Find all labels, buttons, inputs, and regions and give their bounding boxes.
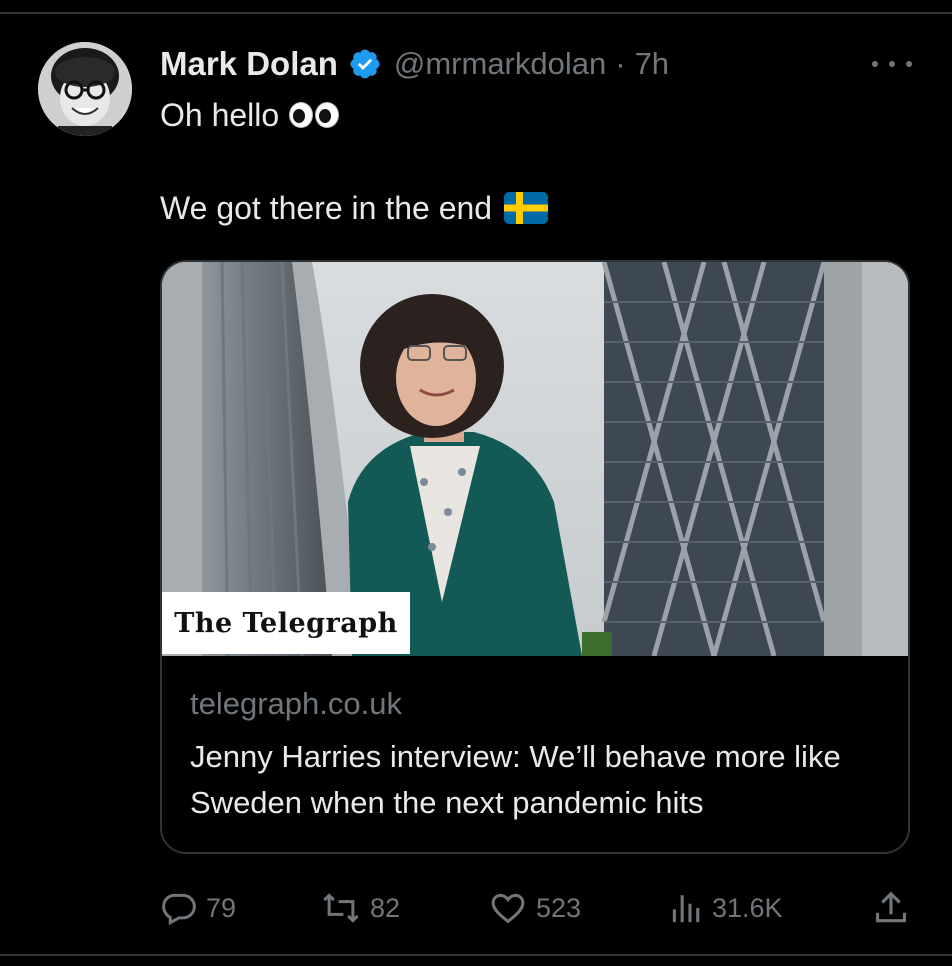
reply-icon bbox=[162, 893, 196, 926]
avatar[interactable] bbox=[38, 42, 132, 136]
views-icon bbox=[672, 895, 700, 923]
more-icon[interactable] bbox=[872, 52, 912, 76]
tweet-text: We got there in the end bbox=[160, 189, 493, 226]
tweet-text-line-1: Oh hello bbox=[160, 92, 340, 138]
reply-button[interactable]: 79 bbox=[160, 888, 236, 928]
repost-button[interactable]: 82 bbox=[320, 888, 400, 928]
eyes-emoji bbox=[289, 102, 340, 128]
share-icon bbox=[875, 891, 907, 923]
bottom-divider bbox=[0, 954, 952, 956]
author-name[interactable]: Mark Dolan bbox=[160, 45, 338, 83]
timestamp[interactable]: 7h bbox=[635, 46, 669, 82]
publisher-name: The Telegraph bbox=[174, 607, 398, 639]
sweden-flag-emoji bbox=[504, 192, 549, 224]
avatar-photo bbox=[38, 42, 132, 136]
views-count: 31.6K bbox=[712, 892, 783, 923]
tweet-header: Mark Dolan @mrmarkdolan · 7h bbox=[160, 40, 669, 88]
like-count: 523 bbox=[536, 892, 582, 923]
link-preview-card[interactable]: The Telegraph telegraph.co.uk Jenny Harr… bbox=[160, 260, 910, 854]
card-domain: telegraph.co.uk bbox=[190, 686, 402, 721]
repost-count: 82 bbox=[370, 892, 401, 923]
views-button[interactable]: 31.6K bbox=[670, 888, 783, 928]
top-divider bbox=[0, 12, 952, 14]
publisher-badge: The Telegraph bbox=[162, 592, 410, 654]
tweet-text-line-2: We got there in the end bbox=[160, 185, 549, 231]
share-button[interactable] bbox=[872, 888, 918, 928]
like-icon bbox=[491, 893, 525, 924]
action-bar: 79 82 523 31.6K bbox=[160, 888, 912, 928]
repost-icon bbox=[323, 893, 359, 923]
like-button[interactable]: 523 bbox=[488, 888, 581, 928]
author-handle[interactable]: @mrmarkdolan bbox=[394, 46, 606, 82]
reply-count: 79 bbox=[206, 892, 237, 923]
card-title: Jenny Harries interview: We’ll behave mo… bbox=[190, 739, 841, 820]
separator-dot: · bbox=[615, 46, 626, 81]
verified-icon bbox=[348, 47, 382, 81]
tweet-text: Oh hello bbox=[160, 96, 280, 133]
